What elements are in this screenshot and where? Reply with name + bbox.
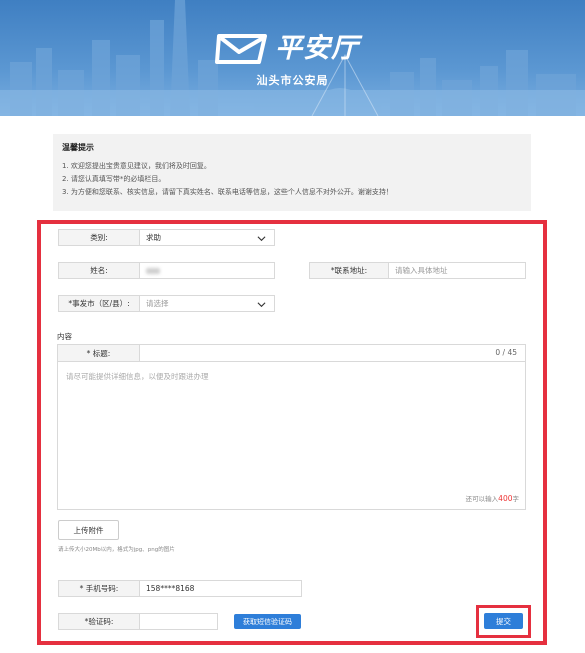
envelope-logo-icon — [215, 34, 267, 64]
remain-prefix: 还可以输入 — [465, 495, 499, 503]
code-input[interactable] — [140, 613, 218, 630]
title-input[interactable]: * 标题: 0 / 45 — [58, 345, 525, 362]
city-select[interactable]: 请选择 — [140, 295, 275, 312]
notice-line: 2. 请您认真填写带*的必填栏目。 — [62, 175, 166, 183]
code-label: *验证码: — [58, 613, 140, 630]
chevron-down-icon — [257, 302, 266, 308]
city-placeholder: 请选择 — [146, 299, 169, 308]
title-char-count: 0 / 45 — [495, 348, 517, 357]
body-textarea[interactable]: 请尽可能提供详细信息，以便及时跟进办理 — [66, 371, 209, 382]
phone-label: * 手机号码: — [58, 580, 140, 597]
header-banner: 平安厅 汕头市公安局 — [0, 0, 585, 116]
chevron-down-icon — [257, 236, 266, 242]
get-sms-code-button[interactable]: 获取短信验证码 — [234, 614, 301, 629]
category-value: 求助 — [146, 233, 161, 242]
remaining-chars: 还可以输入400字 — [466, 493, 519, 503]
city-label: *事发市（区/县）: — [58, 295, 140, 312]
notice-line: 3. 为方便和您联系、核实信息，请留下真实姓名、联系电话等信息，这些个人信息不对… — [62, 188, 393, 196]
redacted-name — [146, 267, 160, 274]
notice-box: 温馨提示 1. 欢迎您提出宝贵意见建议，我们将及时回复。 2. 请您认真填写带*… — [53, 134, 531, 211]
content-section-label: 内容 — [57, 332, 72, 341]
title-label: * 标题: — [58, 345, 140, 361]
category-label: 类别: — [58, 229, 140, 246]
remain-number: 400 — [498, 494, 513, 503]
upload-attachment-button[interactable]: 上传附件 — [58, 520, 119, 540]
logo-text: 平安厅 — [275, 33, 359, 64]
remain-suffix: 字 — [512, 495, 520, 503]
submit-button[interactable]: 提交 — [484, 613, 523, 629]
notice-line: 1. 欢迎您提出宝贵意见建议，我们将及时回复。 — [62, 162, 211, 170]
phone-input[interactable]: 158****8168 — [140, 580, 302, 597]
name-label: 姓名: — [58, 262, 140, 279]
address-label-text: *联系地址: — [330, 266, 368, 275]
content-box: * 标题: 0 / 45 请尽可能提供详细信息，以便及时跟进办理 还可以输入40… — [57, 344, 526, 510]
name-input[interactable] — [140, 262, 275, 279]
app-logo: 平安厅 — [215, 30, 375, 70]
upload-tip: 请上传大小20Mb以内，格式为jpg、png的图片 — [58, 547, 175, 553]
page-subtitle: 汕头市公安局 — [256, 74, 329, 87]
address-label: *联系地址: — [309, 262, 389, 279]
category-select[interactable]: 求助 — [140, 229, 275, 246]
address-input[interactable]: 请输入具体地址 — [389, 262, 526, 279]
notice-title: 温馨提示 — [62, 143, 94, 152]
